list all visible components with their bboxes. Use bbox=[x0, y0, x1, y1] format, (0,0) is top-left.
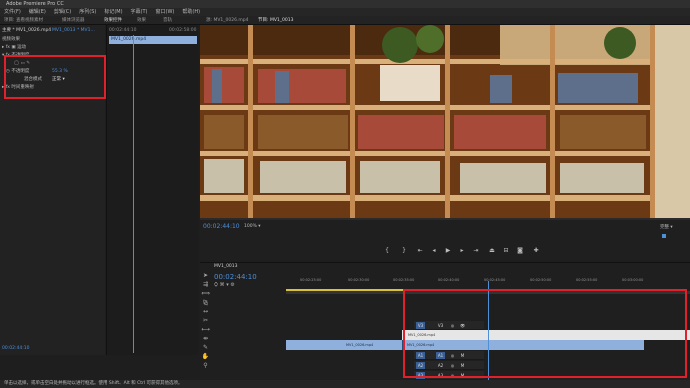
menu-marker[interactable]: 标记(M) bbox=[104, 8, 122, 16]
slip-tool-icon[interactable]: ⟷ bbox=[201, 326, 210, 333]
menu-clip[interactable]: 剪辑(C) bbox=[54, 8, 71, 16]
go-to-in-button[interactable]: ⇤ bbox=[416, 247, 424, 254]
snap-icon: ⛭ bbox=[214, 282, 219, 288]
mark-out-button[interactable]: } bbox=[400, 247, 408, 254]
button-editor[interactable]: ✚ bbox=[532, 247, 540, 254]
tab-media-browser[interactable]: 媒体浏览器 bbox=[62, 16, 85, 25]
tab-effects[interactable]: 效果 bbox=[137, 16, 146, 25]
motion-effect[interactable]: ▸ fx ▣ 运动 bbox=[2, 44, 26, 51]
disclosure-icon[interactable]: ▸ fx ▣ bbox=[2, 45, 17, 50]
razor-icon[interactable]: ✂ bbox=[201, 317, 210, 324]
ec-clip-bar[interactable]: MV1_0026.mp4 bbox=[109, 36, 197, 44]
menu-title[interactable]: 字幕(T) bbox=[131, 8, 148, 16]
rendered-bar bbox=[286, 289, 406, 291]
wrench-icon: ⚙ bbox=[230, 282, 235, 288]
menu-edit[interactable]: 编辑(E) bbox=[29, 8, 46, 16]
effect-controls-panel: 主要 * MV1_0026.mp4 MV1_0013 * MV1... 视频效果… bbox=[0, 25, 106, 355]
master-clip-label[interactable]: 主要 * MV1_0026.mp4 bbox=[2, 27, 51, 34]
annotation-box-effects bbox=[4, 55, 106, 99]
status-bar: 单击以选择，或单击空白处并拖动以进行框选。使用 Shift、Alt 和 Ctrl… bbox=[0, 380, 690, 388]
tab-audio-mixer[interactable]: 音轨 bbox=[163, 16, 172, 25]
playhead-marker[interactable] bbox=[662, 234, 666, 238]
timeline-timecode[interactable]: 00:02:44:10 bbox=[214, 273, 257, 281]
tab-effect-controls[interactable]: 效果控件 bbox=[104, 16, 122, 25]
track-select-icon[interactable]: ⇶ bbox=[201, 281, 210, 288]
tab-program[interactable]: 节目: MV1_0013 bbox=[258, 16, 293, 25]
selection-tool-icon[interactable]: ➤ bbox=[201, 272, 210, 279]
play-button[interactable]: ▶ bbox=[444, 247, 452, 254]
pen-tool-icon[interactable]: ✎ bbox=[201, 344, 210, 351]
tab-project[interactable]: 项目: 查看视频素材 bbox=[4, 16, 43, 25]
sequence-clip-label[interactable]: MV1_0013 * MV1... bbox=[52, 27, 95, 34]
ec-ruler-start: 00:02:44:10 bbox=[109, 28, 137, 33]
video-frame bbox=[200, 25, 690, 220]
mark-in-button[interactable]: { bbox=[383, 247, 391, 254]
step-back-button[interactable]: ◂ bbox=[430, 247, 438, 254]
menu-help[interactable]: 帮助(H) bbox=[182, 8, 200, 16]
timeline-tools[interactable]: ⛭ ⌘ ▾ ⚙ bbox=[214, 282, 235, 288]
panel-tab-bar: 项目: 查看视频素材 媒体浏览器 效果控件 效果 音轨 源: MV1_0026.… bbox=[0, 16, 690, 25]
video-effects-heading: 视频效果 bbox=[2, 37, 20, 42]
rolling-edit-icon[interactable]: ⧎ bbox=[201, 299, 210, 306]
link-icon: ⌘ bbox=[219, 282, 225, 288]
effect-controls-timeline: 00:02:44:10 00:02:58:00 MV1_0026.mp4 bbox=[106, 25, 198, 355]
slide-tool-icon[interactable]: ⇹ bbox=[201, 335, 210, 342]
program-progress[interactable] bbox=[200, 218, 690, 220]
zoom-tool-icon[interactable]: ⚲ bbox=[201, 362, 210, 369]
export-frame-button[interactable]: ◙ bbox=[516, 247, 524, 254]
program-controls: 00:02:44:10 100% ▾ 完整 ▾ bbox=[200, 218, 690, 260]
clip-v1-a[interactable]: MV1_0026.mp4 bbox=[286, 340, 402, 350]
marker-icon: ▾ bbox=[226, 282, 229, 288]
program-monitor-video bbox=[200, 25, 690, 220]
extract-button[interactable]: ⊟ bbox=[502, 247, 510, 254]
rate-stretch-icon[interactable]: ↔ bbox=[201, 308, 210, 315]
timeline-panel: MV1_0013 00:02:44:10 ⛭ ⌘ ▾ ⚙ 00:02:25:00… bbox=[200, 262, 690, 381]
step-forward-button[interactable]: ▸ bbox=[458, 247, 466, 254]
lift-button[interactable]: ⏏ bbox=[488, 247, 496, 254]
quality-select[interactable]: 完整 ▾ bbox=[660, 224, 673, 230]
zoom-select[interactable]: 100% ▾ bbox=[244, 224, 261, 229]
timeline-tab[interactable]: MV1_0013 bbox=[214, 264, 238, 269]
menu-file[interactable]: 文件(F) bbox=[4, 8, 21, 16]
ec-playhead[interactable] bbox=[133, 35, 134, 353]
menu-window[interactable]: 窗口(W) bbox=[156, 8, 175, 16]
tab-source[interactable]: 源: MV1_0026.mp4 bbox=[206, 16, 249, 25]
annotation-box-timeline bbox=[403, 289, 687, 378]
menu-sequence[interactable]: 序列(S) bbox=[79, 8, 96, 16]
hand-tool-icon[interactable]: ✋ bbox=[201, 353, 210, 360]
effect-controls-timecode[interactable]: 00:02:44:10 bbox=[2, 345, 29, 352]
go-to-out-button[interactable]: ⇥ bbox=[472, 247, 480, 254]
menu-bar: 文件(F) 编辑(E) 剪辑(C) 序列(S) 标记(M) 字幕(T) 窗口(W… bbox=[0, 8, 690, 16]
window-title: Adobe Premiere Pro CC bbox=[0, 0, 690, 8]
program-timecode[interactable]: 00:02:44:10 bbox=[203, 223, 240, 230]
ripple-edit-icon[interactable]: ⟺ bbox=[201, 290, 210, 297]
ec-ruler-end: 00:02:58:00 bbox=[169, 28, 197, 33]
